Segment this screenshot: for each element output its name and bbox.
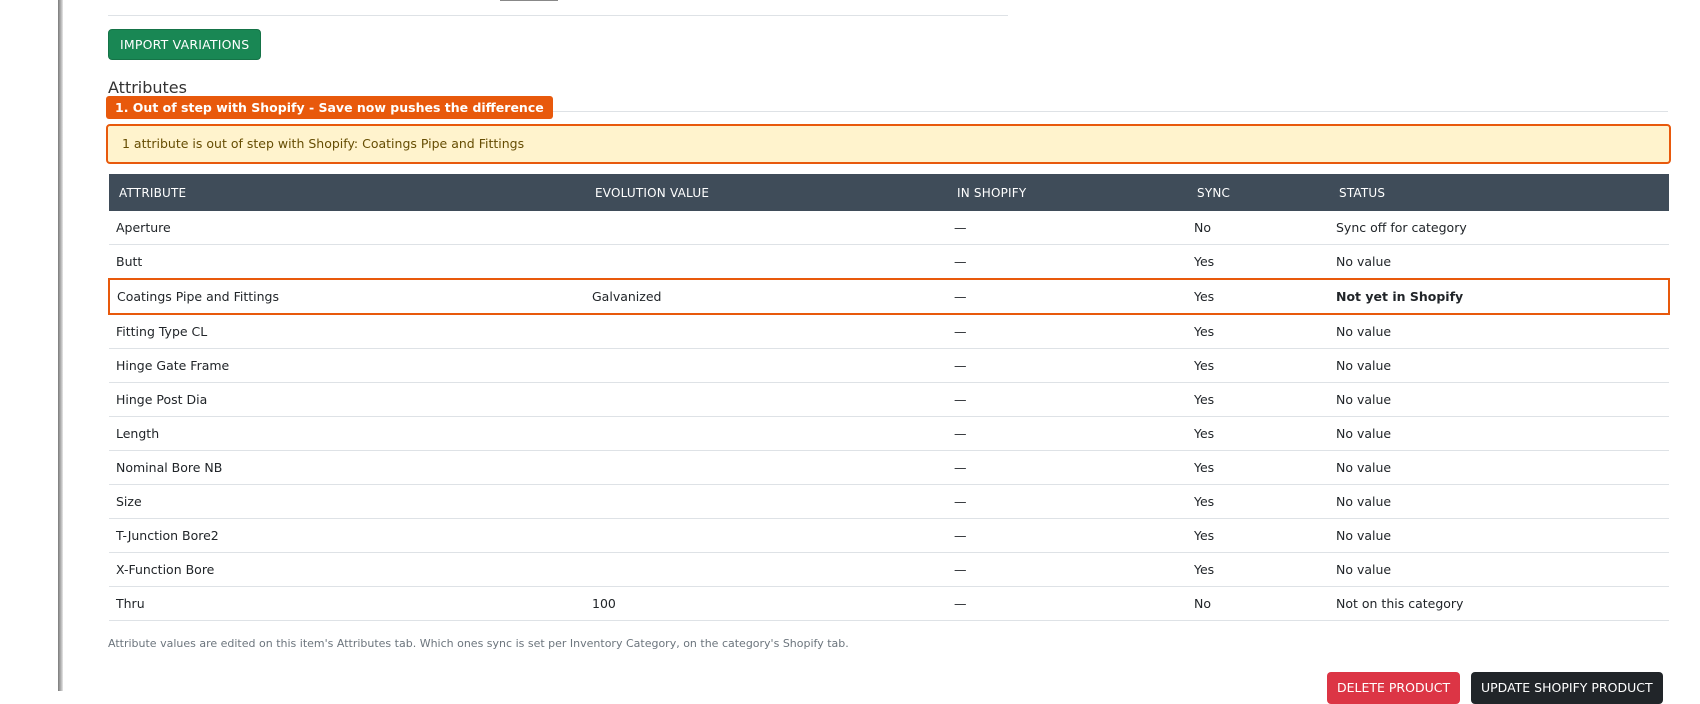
cell-sync: Yes: [1187, 518, 1329, 553]
table-row: Aperture — No Sync off for category: [109, 211, 1669, 245]
attributes-footnote: Attribute values are edited on this item…: [108, 637, 849, 650]
cell-sync: Yes: [1187, 348, 1329, 383]
cell-in-shopify: —: [947, 518, 1187, 553]
cell-evolution-value: [585, 244, 947, 280]
cell-in-shopify: —: [947, 348, 1187, 383]
cell-status: No value: [1329, 552, 1669, 587]
cell-sync: Yes: [1187, 314, 1329, 349]
cell-in-shopify: —: [947, 416, 1187, 451]
cell-attribute: X-Function Bore: [109, 552, 585, 587]
cell-sync: No: [1187, 586, 1329, 621]
cell-attribute: Fitting Type CL: [109, 314, 585, 349]
cell-sync: Yes: [1187, 278, 1329, 315]
cell-attribute: Nominal Bore NB: [109, 450, 585, 485]
cell-in-shopify: —: [947, 552, 1187, 587]
column-header-in-shopify: IN SHOPIFY: [957, 185, 1027, 200]
cell-sync: Yes: [1187, 382, 1329, 417]
cell-status: No value: [1329, 416, 1669, 451]
cell-status: Sync off for category: [1329, 211, 1669, 245]
attributes-table: ATTRIBUTE EVOLUTION VALUE IN SHOPIFY SYN…: [108, 174, 1670, 621]
column-header-status: STATUS: [1339, 185, 1386, 200]
table-row-highlighted: Coatings Pipe and Fittings Galvanized — …: [108, 278, 1670, 315]
cell-in-shopify: —: [947, 211, 1187, 245]
table-row: Size — Yes No value: [109, 484, 1669, 519]
cell-attribute: Coatings Pipe and Fittings: [108, 278, 585, 315]
table-row: T-Junction Bore2 — Yes No value: [109, 518, 1669, 553]
cell-status: No value: [1329, 244, 1669, 280]
left-rail: [58, 0, 63, 691]
cell-attribute: Aperture: [109, 211, 585, 245]
cell-attribute: Butt: [109, 244, 585, 280]
table-row: Hinge Gate Frame — Yes No value: [109, 348, 1669, 383]
table-row: Thru 100 — No Not on this category: [109, 586, 1669, 621]
table-row: Length — Yes No value: [109, 416, 1669, 451]
column-header-sync: SYNC: [1197, 185, 1231, 200]
cell-in-shopify: —: [947, 484, 1187, 519]
cell-attribute: Hinge Gate Frame: [109, 348, 585, 383]
column-header-evolution-value: EVOLUTION VALUE: [595, 185, 710, 200]
cell-in-shopify: —: [947, 586, 1187, 621]
clipped-text-underline: [500, 0, 558, 1]
table-header-row: ATTRIBUTE EVOLUTION VALUE IN SHOPIFY SYN…: [109, 174, 1669, 211]
cell-evolution-value: Galvanized: [585, 278, 947, 315]
cell-status: No value: [1329, 450, 1669, 485]
cell-in-shopify: —: [947, 244, 1187, 280]
top-divider: [108, 15, 1008, 16]
section-title: Attributes: [108, 78, 187, 97]
table-row: Hinge Post Dia — Yes No value: [109, 382, 1669, 417]
cell-evolution-value: [585, 348, 947, 383]
cell-attribute: Length: [109, 416, 585, 451]
cell-evolution-value: [585, 382, 947, 417]
cell-in-shopify: —: [947, 382, 1187, 417]
import-variations-button[interactable]: IMPORT VARIATIONS: [108, 29, 262, 60]
cell-attribute: Thru: [109, 586, 585, 621]
cell-evolution-value: [585, 518, 947, 553]
cell-evolution-value: [585, 416, 947, 451]
update-shopify-product-button[interactable]: UPDATE SHOPIFY PRODUCT: [1471, 672, 1663, 704]
annotation-label: 1. Out of step with Shopify - Save now p…: [106, 96, 553, 119]
table-row: Butt — Yes No value: [109, 244, 1669, 280]
cell-evolution-value: [585, 450, 947, 485]
cell-status: No value: [1329, 348, 1669, 383]
cell-evolution-value: [585, 211, 947, 245]
cell-sync: Yes: [1187, 416, 1329, 451]
cell-evolution-value: 100: [585, 586, 947, 621]
cell-in-shopify: —: [947, 278, 1187, 315]
cell-evolution-value: [585, 314, 947, 349]
cell-status: No value: [1329, 314, 1669, 349]
cell-status-alert: Not yet in Shopify: [1329, 278, 1670, 315]
cell-sync: Yes: [1187, 552, 1329, 587]
cell-status: No value: [1329, 382, 1669, 417]
cell-sync: Yes: [1187, 484, 1329, 519]
table-row: Nominal Bore NB — Yes No value: [109, 450, 1669, 485]
cell-sync: Yes: [1187, 244, 1329, 280]
cell-evolution-value: [585, 552, 947, 587]
delete-product-button[interactable]: DELETE PRODUCT: [1327, 672, 1461, 704]
cell-attribute: Hinge Post Dia: [109, 382, 585, 417]
table-row: Fitting Type CL — Yes No value: [109, 314, 1669, 349]
cell-in-shopify: —: [947, 314, 1187, 349]
cell-sync: Yes: [1187, 450, 1329, 485]
out-of-step-alert: 1 attribute is out of step with Shopify:…: [106, 124, 1671, 164]
cell-status: No value: [1329, 484, 1669, 519]
cell-status: No value: [1329, 518, 1669, 553]
cell-attribute: T-Junction Bore2: [109, 518, 585, 553]
cell-evolution-value: [585, 484, 947, 519]
cell-in-shopify: —: [947, 450, 1187, 485]
column-header-attribute: ATTRIBUTE: [119, 185, 187, 200]
cell-attribute: Size: [109, 484, 585, 519]
cell-sync: No: [1187, 211, 1329, 245]
table-row: X-Function Bore — Yes No value: [109, 552, 1669, 587]
cell-status: Not on this category: [1329, 586, 1669, 621]
